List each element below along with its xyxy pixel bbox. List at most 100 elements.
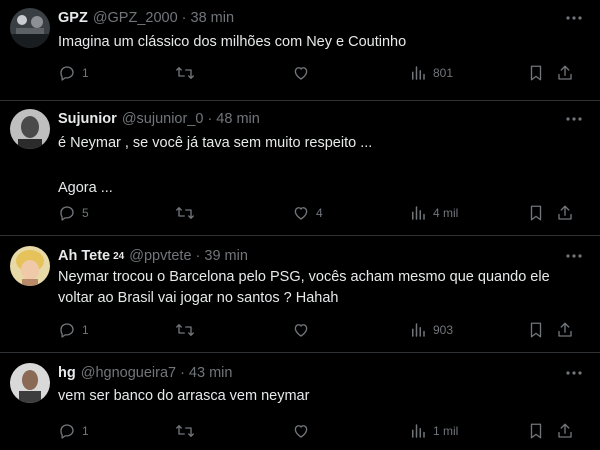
retweet-icon [175,422,195,440]
user-handle[interactable]: @ppvtete [129,248,191,264]
reply-icon [58,64,76,82]
bookmark-button[interactable] [527,421,545,441]
views-count: 903 [433,323,454,337]
like-icon [292,321,310,339]
reply-count: 5 [82,206,89,220]
timestamp[interactable]: 39 min [204,248,248,264]
views-count: 801 [433,66,454,80]
action-bar: 1 1 mil [0,421,600,441]
action-bar: 1 903 [0,320,600,340]
reply-button[interactable]: 5 [58,203,89,223]
bookmark-icon [527,321,545,339]
tweet-2[interactable]: Sujunior @sujunior_0 · 48 min é Neymar ,… [0,101,600,236]
bookmark-button[interactable] [527,63,545,83]
tweet-text: vem ser banco do arrasca vem neymar [58,386,578,407]
tweet-text-line: Imagina um clássico dos milhões com Ney … [58,34,407,50]
separator-dot: · [180,365,185,381]
views-icon [409,321,427,339]
bookmark-button[interactable] [527,320,545,340]
reply-icon [58,422,76,440]
views-icon [409,204,427,222]
more-icon[interactable] [564,363,584,383]
display-name[interactable]: Sujunior [58,111,117,127]
views-count: 4 mil [433,206,459,220]
separator-dot: · [181,10,187,26]
tweet-text: Neymar trocou o Barcelona pelo PSG, você… [58,267,578,309]
bookmark-icon [527,64,545,82]
display-name[interactable]: Ah Tete [58,248,110,264]
tweet-1[interactable]: GPZ @GPZ_2000 · 38 min Imagina um clássi… [0,0,600,101]
reply-icon [58,321,76,339]
tweet-text-line: Agora ... [58,180,113,196]
like-count: 4 [316,206,323,220]
more-icon[interactable] [564,246,584,266]
affiliate-badge: 24 [113,250,125,262]
tweet-3[interactable]: Ah Tete 24 @ppvtete · 39 min Neymar troc… [0,236,600,353]
display-name[interactable]: GPZ [58,10,88,26]
share-icon [556,422,574,440]
like-icon [292,422,310,440]
reply-icon [58,204,76,222]
views-button[interactable]: 903 [409,320,453,340]
bookmark-icon [527,204,545,222]
retweet-icon [175,204,195,222]
tweet-4[interactable]: hg @hgnogueira7 · 43 min vem ser banco d… [0,353,600,450]
reply-count: 1 [82,424,89,438]
reply-button[interactable]: 1 [58,320,89,340]
views-icon [409,64,427,82]
reply-button[interactable]: 1 [58,63,89,83]
timestamp[interactable]: 38 min [191,10,235,26]
user-handle[interactable]: @GPZ_2000 [93,10,178,26]
retweet-button[interactable] [175,320,201,340]
more-icon[interactable] [564,109,584,129]
retweet-icon [175,321,195,339]
share-icon [556,321,574,339]
views-button[interactable]: 1 mil [409,421,458,441]
like-button[interactable] [292,421,316,441]
like-button[interactable] [292,63,316,83]
reply-count: 1 [82,323,89,337]
views-count: 1 mil [433,424,459,438]
separator-dot: · [195,248,201,264]
tweet-text: é Neymar , se você já tava sem muito res… [58,133,578,199]
action-bar: 1 801 [0,63,600,83]
share-icon [556,204,574,222]
tweet-text-line: Neymar trocou o Barcelona pelo PSG, você… [58,269,550,285]
share-button[interactable] [556,203,574,223]
share-icon [556,64,574,82]
retweet-button[interactable] [175,63,201,83]
display-name[interactable]: hg [58,365,76,381]
retweet-button[interactable] [175,203,201,223]
bookmark-icon [527,422,545,440]
share-button[interactable] [556,320,574,340]
bookmark-button[interactable] [527,203,545,223]
avatar[interactable] [10,109,50,149]
timestamp[interactable]: 43 min [189,365,233,381]
like-button[interactable]: 4 [292,203,323,223]
action-bar: 5 4 4 mil [0,203,600,223]
reply-count: 1 [82,66,89,80]
user-handle[interactable]: @hgnogueira7 [81,365,176,381]
separator-dot: · [207,111,213,127]
like-icon [292,64,310,82]
reply-button[interactable]: 1 [58,421,89,441]
like-icon [292,204,310,222]
tweet-text-line: é Neymar , se você já tava sem muito res… [58,135,373,151]
user-handle[interactable]: @sujunior_0 [122,111,204,127]
views-icon [409,422,427,440]
timestamp[interactable]: 48 min [216,111,260,127]
reply-feed: GPZ @GPZ_2000 · 38 min Imagina um clássi… [0,0,600,450]
like-button[interactable] [292,320,316,340]
more-icon[interactable] [564,8,584,28]
avatar[interactable] [10,246,50,286]
tweet-text-line: vem ser banco do arrasca vem neymar [58,388,310,404]
avatar[interactable] [10,363,50,403]
tweet-text-blank-line [58,154,578,175]
views-button[interactable]: 801 [409,63,453,83]
share-button[interactable] [556,421,574,441]
retweet-button[interactable] [175,421,201,441]
tweet-text: Imagina um clássico dos milhões com Ney … [58,32,578,53]
avatar[interactable] [10,8,50,48]
share-button[interactable] [556,63,574,83]
views-button[interactable]: 4 mil [409,203,458,223]
